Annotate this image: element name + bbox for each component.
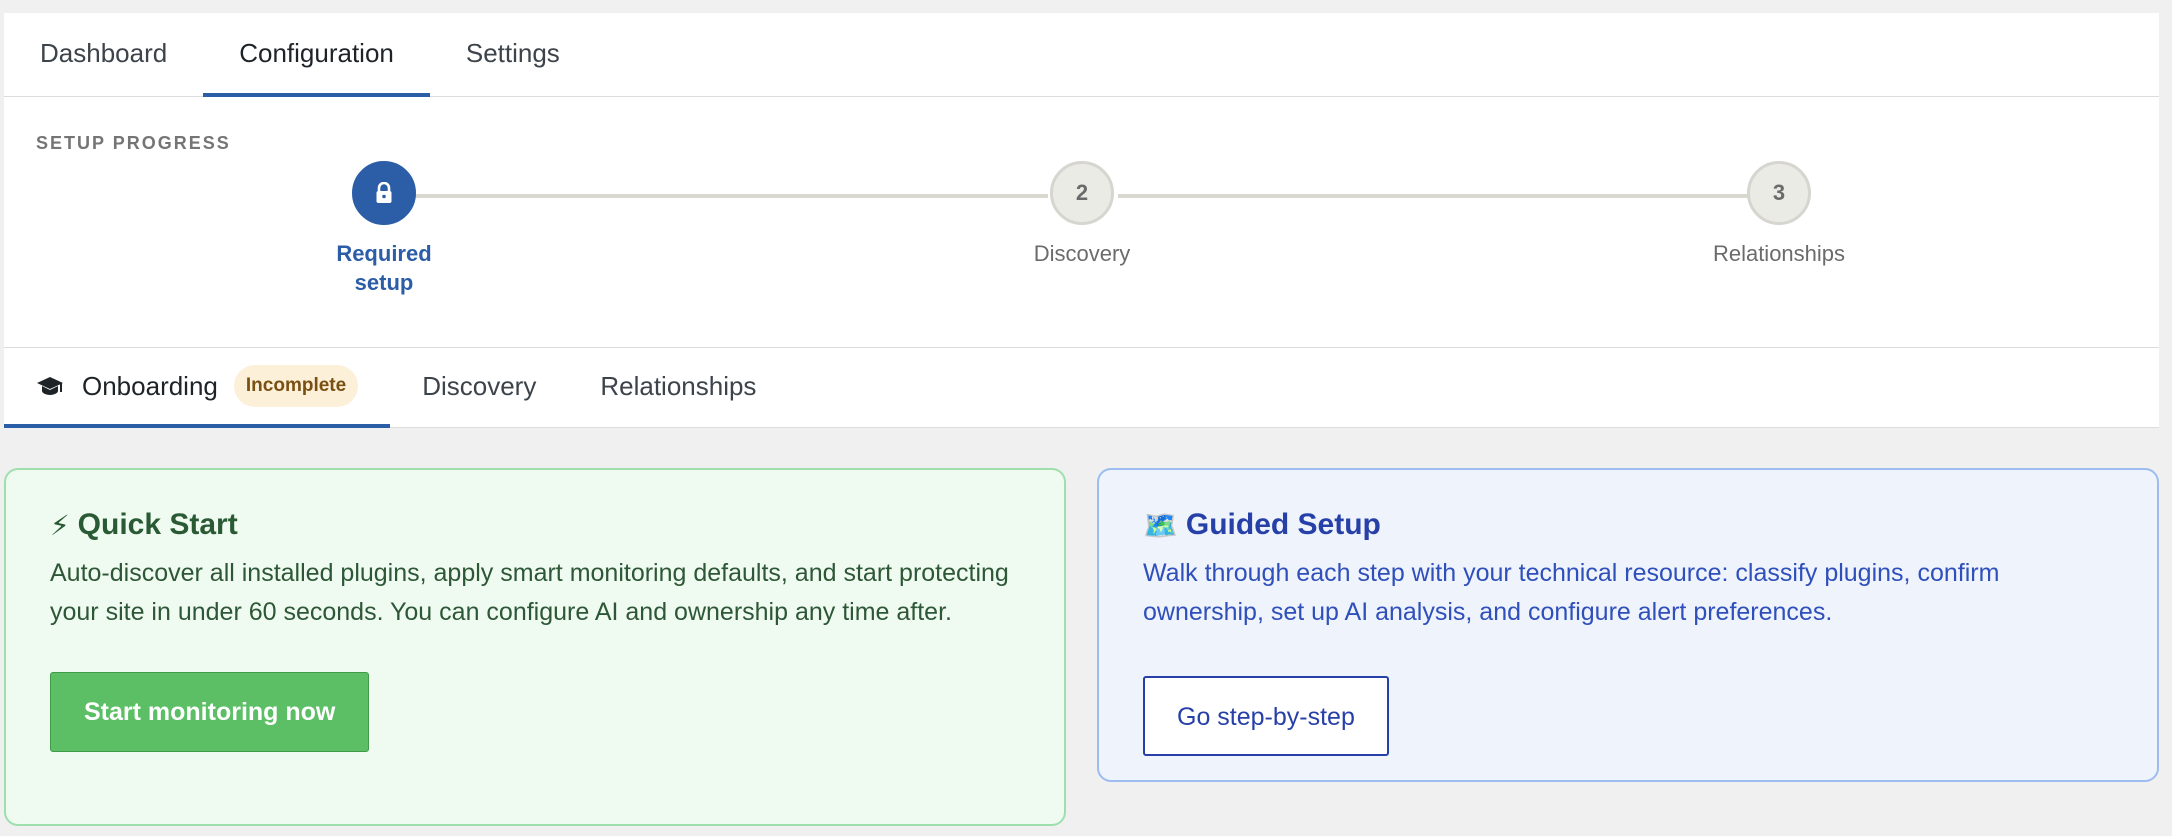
tab-settings[interactable]: Settings xyxy=(430,13,596,97)
step-label: Required setup xyxy=(336,241,432,295)
quick-start-card: ⚡ Quick Start Auto-discover all installe… xyxy=(4,468,1066,826)
step-relationships[interactable]: 3 Relationships xyxy=(1679,161,1879,268)
start-monitoring-button[interactable]: Start monitoring now xyxy=(50,672,370,752)
step-marker: 2 xyxy=(1050,161,1114,225)
step-label: Relationships xyxy=(1712,241,1846,266)
guided-setup-title: 🗺️ Guided Setup xyxy=(1143,508,2113,542)
step-marker: 3 xyxy=(1747,161,1811,225)
setup-progress-title: SETUP PROGRESS xyxy=(36,133,231,153)
step-label: Discovery xyxy=(1033,241,1131,266)
progress-connector xyxy=(394,194,1048,198)
graduation-cap-icon xyxy=(37,377,63,395)
tab-onboarding-label: Onboarding xyxy=(82,370,218,401)
lock-icon xyxy=(376,182,392,203)
guided-setup-heading: Guided Setup xyxy=(1185,508,1381,541)
quick-start-description: Auto-discover all installed plugins, app… xyxy=(50,559,1009,626)
map-icon: 🗺️ xyxy=(1143,509,1178,541)
status-badge: Incomplete xyxy=(233,365,359,407)
top-tab-bar: Dashboard Configuration Settings xyxy=(4,13,2159,97)
quick-start-title: ⚡ Quick Start xyxy=(50,508,1020,542)
tab-relationships[interactable]: Relationships xyxy=(568,348,788,428)
setup-options: ⚡ Quick Start Auto-discover all installe… xyxy=(4,468,2159,826)
tab-configuration[interactable]: Configuration xyxy=(203,13,430,97)
tab-onboarding[interactable]: Onboarding Incomplete xyxy=(4,348,391,428)
guided-setup-description: Walk through each step with your technic… xyxy=(1143,559,2000,626)
tab-discovery[interactable]: Discovery xyxy=(390,348,568,428)
step-discovery[interactable]: 2 Discovery xyxy=(982,161,1182,268)
lightning-icon: ⚡ xyxy=(50,509,70,541)
plugin-config-panel: Dashboard Configuration Settings SETUP P… xyxy=(4,13,2159,428)
step-required-setup[interactable]: Required setup xyxy=(284,161,484,297)
tab-dashboard[interactable]: Dashboard xyxy=(4,13,203,97)
guided-setup-card: 🗺️ Guided Setup Walk through each step w… xyxy=(1097,468,2159,782)
quick-start-heading: Quick Start xyxy=(77,508,238,541)
section-tab-bar: Onboarding Incomplete Discovery Relation… xyxy=(4,348,2159,428)
step-marker xyxy=(352,161,416,225)
go-step-by-step-button[interactable]: Go step-by-step xyxy=(1143,676,1389,756)
progress-connector xyxy=(1118,194,1772,198)
setup-progress: SETUP PROGRESS Required setup 2 Discover… xyxy=(4,97,2159,348)
